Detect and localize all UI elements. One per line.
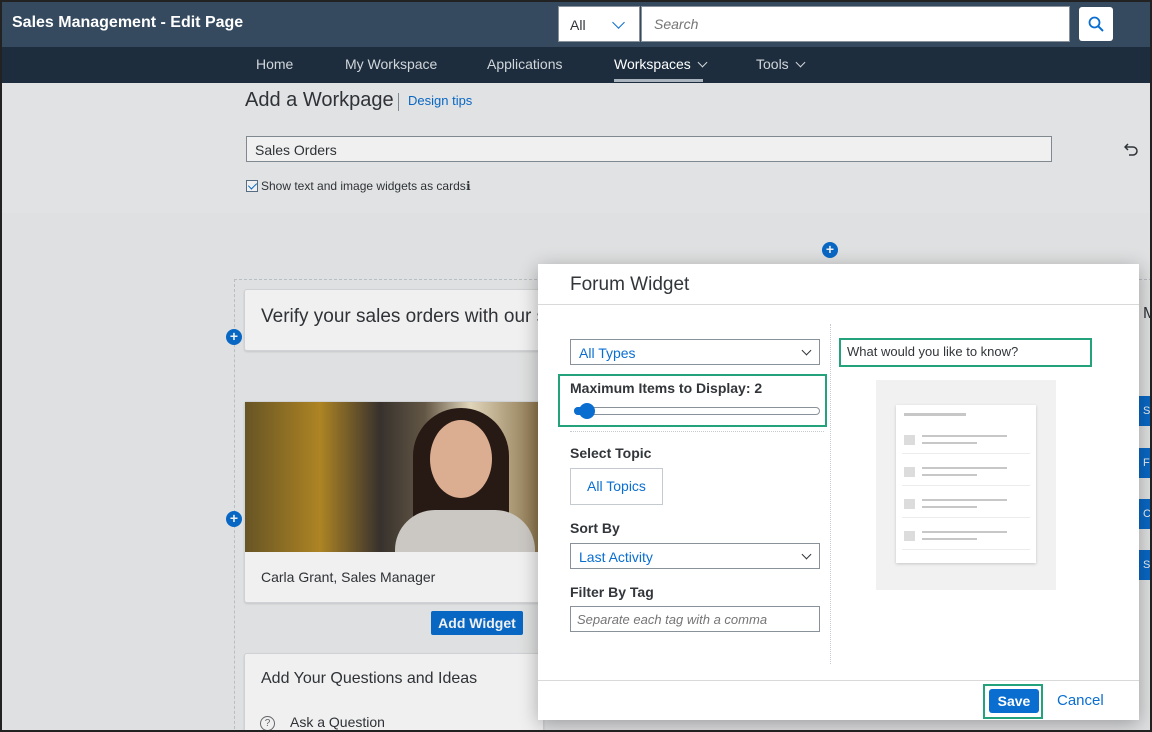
widget-preview bbox=[876, 380, 1056, 590]
preview-item-line bbox=[922, 531, 1007, 533]
search-scope-select[interactable]: All bbox=[558, 6, 640, 42]
preview-item-icon bbox=[904, 499, 915, 509]
nav-item-tools-label: Tools bbox=[756, 56, 789, 72]
preview-item-line bbox=[922, 435, 1007, 437]
sort-by-value: Last Activity bbox=[579, 549, 653, 565]
slider-divider bbox=[570, 431, 824, 432]
preview-item-line bbox=[922, 506, 977, 508]
chevron-down-icon bbox=[801, 549, 812, 560]
save-button[interactable]: Save bbox=[989, 689, 1039, 713]
preview-item-icon bbox=[904, 435, 915, 445]
chevron-down-icon bbox=[801, 345, 812, 356]
chevron-down-icon bbox=[795, 57, 806, 68]
search-button[interactable] bbox=[1079, 7, 1113, 41]
search-input[interactable] bbox=[642, 7, 1069, 41]
nav-item-my-workspace[interactable]: My Workspace bbox=[345, 56, 437, 72]
chevron-down-icon bbox=[612, 16, 625, 29]
type-select[interactable]: All Types bbox=[570, 339, 820, 365]
preview-card bbox=[896, 405, 1036, 563]
nav-item-tools[interactable]: Tools bbox=[756, 56, 806, 72]
top-navigation: Home My Workspace Applications Workspace… bbox=[0, 47, 1152, 83]
dialog-title: Forum Widget bbox=[570, 274, 690, 295]
max-items-label: Maximum Items to Display: 2 bbox=[570, 380, 763, 396]
nav-item-workspaces[interactable]: Workspaces bbox=[614, 56, 708, 72]
search-icon bbox=[1088, 16, 1104, 32]
preview-item-line bbox=[922, 499, 1007, 501]
preview-item-line bbox=[922, 538, 977, 540]
nav-item-home[interactable]: Home bbox=[256, 56, 293, 72]
dialog-column-divider bbox=[830, 324, 831, 664]
dialog-header-divider bbox=[538, 304, 1139, 305]
preview-item-icon bbox=[904, 531, 915, 541]
preview-divider bbox=[902, 517, 1030, 518]
preview-item-line bbox=[922, 467, 1007, 469]
cancel-button[interactable]: Cancel bbox=[1057, 692, 1104, 709]
filter-by-tag-label: Filter By Tag bbox=[570, 584, 654, 600]
shell-header: Sales Management - Edit Page All bbox=[0, 0, 1152, 47]
sort-by-label: Sort By bbox=[570, 520, 620, 536]
chevron-down-icon bbox=[697, 57, 708, 68]
app-title: Sales Management - Edit Page bbox=[12, 14, 244, 31]
max-items-slider[interactable] bbox=[574, 407, 820, 415]
active-nav-indicator bbox=[614, 79, 703, 82]
preview-divider bbox=[902, 453, 1030, 454]
filter-by-tag-field[interactable] bbox=[570, 606, 820, 632]
search-scope-value: All bbox=[570, 17, 586, 33]
max-items-slider-handle[interactable] bbox=[579, 403, 595, 419]
preview-item-line bbox=[922, 474, 977, 476]
sort-by-select[interactable]: Last Activity bbox=[570, 543, 820, 569]
preview-divider bbox=[902, 485, 1030, 486]
type-select-value: All Types bbox=[579, 345, 636, 361]
preview-title-bar bbox=[904, 413, 966, 416]
forum-widget-dialog: Forum Widget All Types Maximum Items to … bbox=[538, 264, 1139, 720]
preview-item-icon bbox=[904, 467, 915, 477]
preview-item-line bbox=[922, 442, 977, 444]
question-prompt: What would you like to know? bbox=[847, 344, 1019, 359]
filter-by-tag-input[interactable] bbox=[571, 607, 819, 631]
all-topics-button[interactable]: All Topics bbox=[570, 468, 663, 505]
select-topic-label: Select Topic bbox=[570, 445, 652, 461]
nav-item-workspaces-label: Workspaces bbox=[614, 56, 691, 72]
dialog-footer-divider bbox=[538, 680, 1139, 681]
nav-item-applications[interactable]: Applications bbox=[487, 56, 563, 72]
search-field[interactable] bbox=[641, 6, 1070, 42]
preview-divider bbox=[902, 549, 1030, 550]
